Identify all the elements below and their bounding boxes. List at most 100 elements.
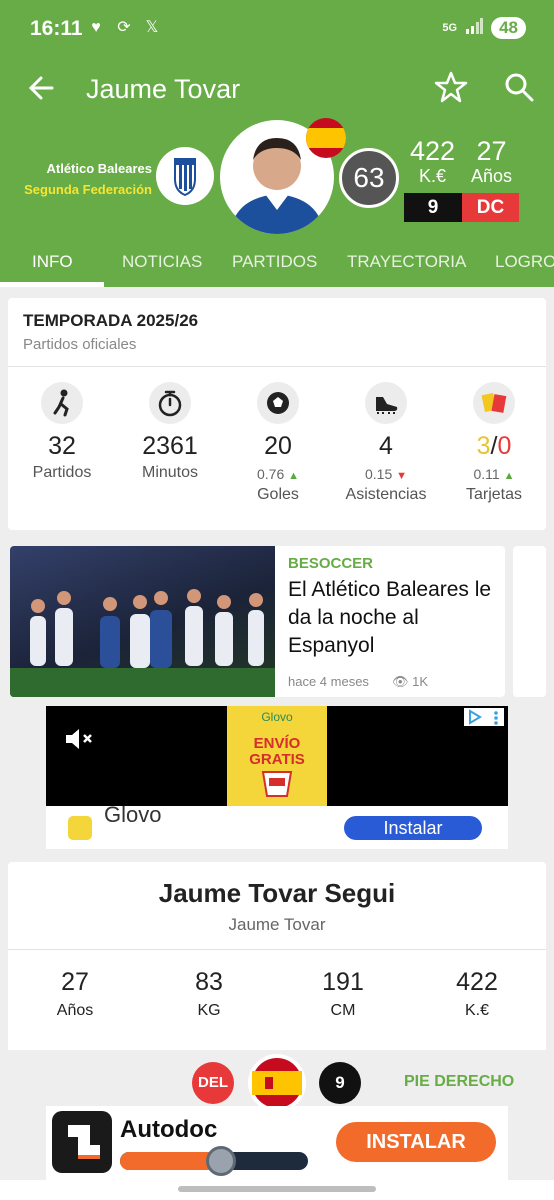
- yellow-cards: 3: [476, 432, 491, 460]
- stat-partidos: 32 Partidos: [8, 382, 116, 482]
- stat-asistencias: 4 0.15 ▼ Asistencias: [332, 382, 440, 504]
- status-right: 5G 48: [442, 17, 526, 39]
- position-badge: DC: [462, 193, 519, 222]
- tab-info[interactable]: INFO: [32, 252, 73, 272]
- mute-icon[interactable]: [64, 726, 94, 752]
- team-crest-icon[interactable]: [156, 147, 214, 205]
- stat-per-game-value: 0.76: [256, 466, 285, 482]
- install-button[interactable]: Instalar: [344, 816, 482, 840]
- stat-per-game: 0.15 ▼: [332, 466, 440, 482]
- cards-icon: [473, 382, 515, 424]
- page-title: Jaume Tovar: [86, 74, 241, 104]
- age-stat: 27 Años: [471, 136, 512, 186]
- notification-icons: ♥ ⟳ 𝕏: [86, 18, 162, 38]
- market-value: 422 K.€: [410, 136, 455, 186]
- stat-value: 2361: [142, 432, 198, 460]
- profile-stat-label: KG: [197, 1002, 221, 1019]
- stat-label: Minutos: [141, 464, 199, 481]
- shirt-number-badge: 9: [404, 193, 462, 222]
- x-icon: 𝕏: [145, 19, 159, 36]
- ad-app-name: Autodoc: [120, 1116, 218, 1143]
- gesture-handle: [178, 1186, 376, 1192]
- team-name: Atlético Baleares: [46, 161, 153, 176]
- glovo-pin-icon: [68, 816, 92, 840]
- profile-stat-label: Años: [56, 1002, 94, 1019]
- stat-value: 3/0: [476, 432, 512, 460]
- season-stats-card[interactable]: TEMPORADA 2025/26 Partidos oficiales 32 …: [8, 298, 546, 530]
- news-image: [10, 546, 275, 697]
- player-icon: [41, 382, 83, 424]
- age-number: 27: [476, 136, 507, 166]
- stat-goles: 20 0.76 ▲ Goles: [224, 382, 332, 504]
- ad-promo-line1: ENVÍO: [253, 735, 301, 752]
- ad-banner-glovo[interactable]: Glovo ENVÍO GRATIS Glovo Instalar: [46, 706, 508, 849]
- player-rating: 63: [339, 148, 399, 208]
- market-value-number: 422: [410, 136, 456, 166]
- stat-tarjetas: 3/0 0.11 ▲ Tarjetas: [440, 382, 548, 504]
- stopwatch-icon: [149, 382, 191, 424]
- boot-icon: [365, 382, 407, 424]
- tab-bar: INFO NOTICIAS PARTIDOS TRAYECTORIA LOGRO…: [0, 240, 554, 287]
- bucket-icon: [261, 771, 293, 797]
- trend-down-icon: ▼: [396, 470, 408, 482]
- spain-flag-icon: [248, 1054, 306, 1112]
- stat-value: 20: [264, 432, 292, 460]
- ad-bottom-bar: Glovo Instalar: [46, 802, 508, 849]
- back-arrow-icon[interactable]: [22, 68, 62, 108]
- stat-label: Asistencias: [345, 486, 427, 503]
- eye-icon: 👁: [392, 674, 409, 689]
- star-icon[interactable]: [432, 68, 470, 106]
- player-short-name: Jaume Tovar: [228, 915, 326, 934]
- adchoices-icon[interactable]: [464, 708, 504, 726]
- news-card[interactable]: BESOCCER El Atlético Baleares le da la n…: [10, 546, 505, 697]
- tab-trayectoria[interactable]: TRAYECTORIA: [347, 252, 466, 272]
- profile-stat-weight: 83 KG: [142, 968, 276, 1020]
- position-del-badge: DEL: [192, 1062, 234, 1104]
- player-full-name: Jaume Tovar Segui: [158, 878, 396, 908]
- stat-label: Goles: [257, 486, 299, 503]
- stat-per-game-value: 0.15: [364, 466, 393, 482]
- tab-logros[interactable]: LOGROS: [495, 252, 554, 272]
- profile-stat-height: 191 CM: [276, 968, 410, 1020]
- divider: [8, 366, 546, 367]
- ad-brand: Glovo: [261, 710, 293, 724]
- stat-per-game-value: 0.11: [473, 466, 500, 482]
- gear-icon: [206, 1146, 236, 1176]
- profile-stat-value-euros: 422 K.€: [410, 968, 544, 1020]
- next-news-card[interactable]: [513, 546, 546, 697]
- red-cards: 0: [497, 432, 512, 460]
- tab-noticias[interactable]: NOTICIAS: [122, 252, 202, 272]
- search-icon[interactable]: [500, 68, 538, 106]
- trend-up-icon: ▲: [288, 470, 300, 482]
- profile-stat-label: K.€: [464, 1002, 489, 1019]
- team-info[interactable]: Atlético Baleares Segunda Federación: [24, 158, 152, 200]
- stat-label: Partidos: [32, 464, 92, 481]
- ad-banner-autodoc[interactable]: Autodoc INSTALAR: [46, 1106, 508, 1180]
- network-indicator: 5G: [442, 21, 458, 34]
- stat-value: 4: [379, 432, 393, 460]
- sync-icon: ⟳: [117, 19, 131, 36]
- status-time: 16:11: [30, 17, 83, 40]
- profile-stat-label: CM: [330, 1002, 356, 1019]
- divider: [8, 949, 546, 950]
- heart-icon: ♥: [91, 19, 101, 36]
- instalar-button[interactable]: INSTALAR: [336, 1122, 496, 1162]
- ad-promo-line2: GRATIS: [249, 751, 305, 768]
- market-value-unit: K.€: [419, 166, 447, 186]
- profile-stat-value: 27: [61, 968, 89, 996]
- ad-product-image: Glovo ENVÍO GRATIS: [227, 706, 327, 806]
- trend-up-icon: ▲: [503, 470, 515, 482]
- tab-partidos[interactable]: PARTIDOS: [232, 252, 317, 272]
- stat-label: Tarjetas: [465, 486, 523, 503]
- profile-card: Jaume Tovar Segui Jaume Tovar 27 Años 83…: [8, 862, 546, 1112]
- age-label: Años: [471, 166, 513, 186]
- ball-icon: [257, 382, 299, 424]
- profile-stat-value: 83: [195, 968, 223, 996]
- news-headline[interactable]: El Atlético Baleares le da la noche al E…: [288, 576, 498, 660]
- preferred-foot: PIE DERECHO: [404, 1073, 515, 1090]
- news-views-count: 1K: [412, 674, 429, 689]
- status-bar: 16:11 ♥ ⟳ 𝕏 5G 48: [0, 0, 554, 60]
- league-name: Segunda Federación: [24, 182, 152, 197]
- news-views: 👁 1K: [392, 674, 428, 690]
- stat-per-game: 0.11 ▲: [440, 466, 548, 482]
